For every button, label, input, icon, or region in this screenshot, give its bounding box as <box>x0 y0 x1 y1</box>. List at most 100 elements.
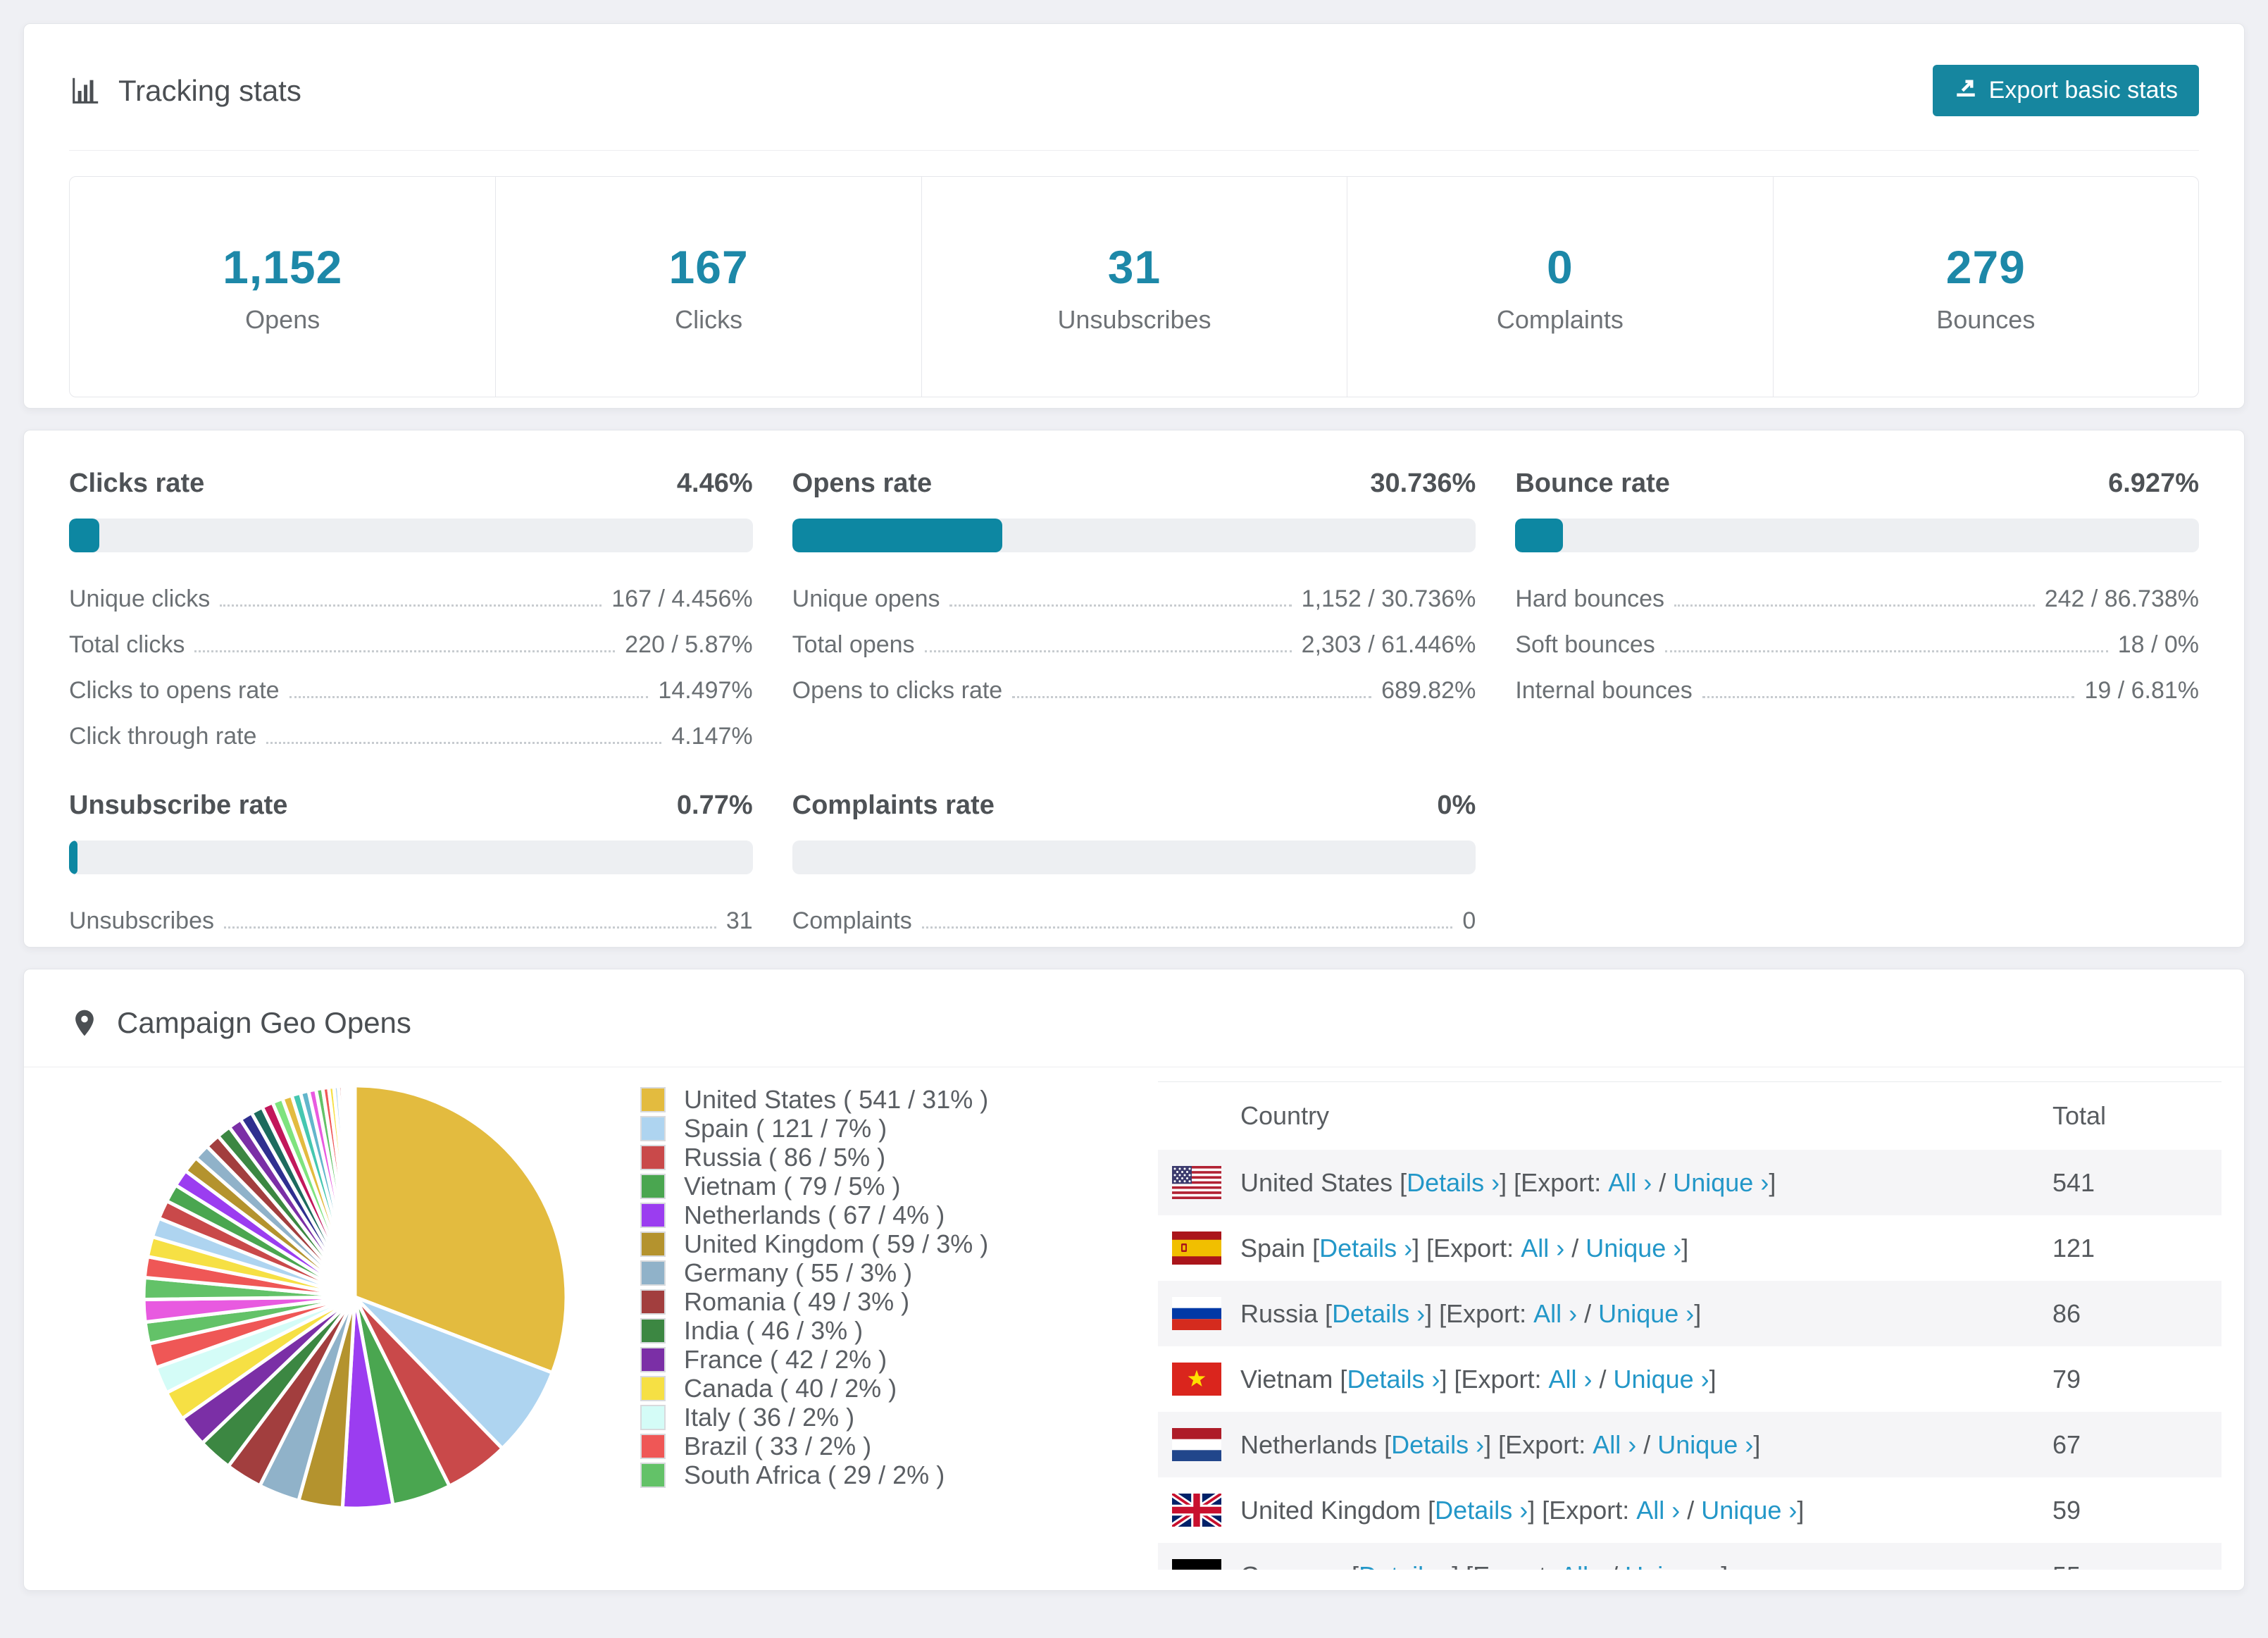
legend-label: Brazil ( 33 / 2% ) <box>684 1431 872 1460</box>
legend-swatch <box>640 1375 666 1401</box>
details-link[interactable]: Details › <box>1391 1430 1484 1460</box>
dotted-leader <box>220 604 602 607</box>
legend-swatch <box>640 1346 666 1372</box>
detail-label: Total clicks <box>69 631 185 658</box>
export-all-link[interactable]: All › <box>1608 1168 1652 1198</box>
stat-bounces: 279 Bounces <box>1772 177 2198 397</box>
detail-row-hard-bounces: Hard bounces 242 / 86.738% <box>1515 576 2199 622</box>
export-unique-link[interactable]: Unique › <box>1657 1430 1753 1460</box>
bracket: ] [Export: <box>1452 1561 1560 1570</box>
export-all-link[interactable]: All › <box>1593 1430 1636 1460</box>
detail-value: 2,303 / 61.446% <box>1301 631 1476 658</box>
stat-value: 0 <box>1547 241 1574 293</box>
tracking-stats-header: Tracking stats Export basic stats <box>24 24 2244 150</box>
geo-header: Campaign Geo Opens <box>24 969 2244 1067</box>
export-unique-link[interactable]: Unique › <box>1614 1365 1709 1394</box>
legend-item-united-kingdom: United Kingdom ( 59 / 3% ) <box>640 1229 1091 1258</box>
details-link[interactable]: Details › <box>1347 1365 1440 1394</box>
campaign-geo-opens-card: Campaign Geo Opens United States ( 541 /… <box>23 969 2245 1591</box>
detail-label: Unique opens <box>792 585 940 612</box>
separator: / <box>1604 1561 1625 1570</box>
legend-swatch <box>640 1202 666 1228</box>
legend-label: Romania ( 49 / 3% ) <box>684 1286 910 1316</box>
geo-table-row-united-states: United States [Details ›] [Export: All ›… <box>1158 1150 2222 1215</box>
rates-grid: Clicks rate 4.46% Unique clicks 167 / 4.456… <box>69 469 2199 944</box>
export-unique-link[interactable]: Unique › <box>1598 1299 1694 1329</box>
detail-row-unique-clicks: Unique clicks 167 / 4.456% <box>69 576 753 622</box>
legend-label: Italy ( 36 / 2% ) <box>684 1402 855 1432</box>
stat-value: 31 <box>1107 241 1161 293</box>
details-link[interactable]: Details › <box>1319 1234 1412 1263</box>
export-all-link[interactable]: All › <box>1521 1234 1564 1263</box>
legend-item-russia: Russia ( 86 / 5% ) <box>640 1143 1091 1172</box>
detail-value: 14.497% <box>658 677 753 704</box>
legend-item-italy: Italy ( 36 / 2% ) <box>640 1403 1091 1432</box>
country-name: Netherlands <box>1240 1429 1378 1459</box>
page-title: Tracking stats <box>118 73 301 107</box>
rate-detail-rows: Unique clicks 167 / 4.456% Total clicks 220… <box>69 576 753 759</box>
country-total: 86 <box>2052 1298 2081 1328</box>
geo-table-wrap: Country Total United States [Details ›] … <box>1158 1081 2222 1570</box>
legend-label: Vietnam ( 79 / 5% ) <box>684 1171 901 1200</box>
country-name: Germany <box>1240 1561 1345 1570</box>
rate-detail-rows: Complaints 0 <box>792 898 1476 944</box>
detail-row-soft-bounces: Soft bounces 18 / 0% <box>1515 622 2199 668</box>
rate-detail-rows: Unsubscribes 31 <box>69 898 753 944</box>
rate-title: Complaints rate <box>792 790 995 820</box>
stat-label: Opens <box>245 305 320 334</box>
bracket: ] [Export: <box>1440 1364 1549 1394</box>
stat-label: Complaints <box>1496 305 1624 334</box>
bracket: ] [Export: <box>1484 1429 1593 1459</box>
bracket: [ <box>1318 1298 1333 1328</box>
geo-table-row-spain: Spain [Details ›] [Export: All › / Uniqu… <box>1158 1215 2222 1281</box>
stat-value: 167 <box>668 241 749 293</box>
geo-table-row-netherlands: Netherlands [Details ›] [Export: All › /… <box>1158 1412 2222 1477</box>
export-unique-link[interactable]: Unique › <box>1673 1168 1769 1198</box>
progress-bar-fill <box>1515 519 1563 552</box>
legend-label: Germany ( 55 / 3% ) <box>684 1258 913 1287</box>
separator: / <box>1577 1298 1599 1328</box>
export-all-link[interactable]: All › <box>1549 1365 1593 1394</box>
map-pin-icon <box>69 1007 100 1038</box>
separator: / <box>1680 1495 1702 1525</box>
export-all-link[interactable]: All › <box>1533 1299 1577 1329</box>
flag-germany-icon <box>1172 1559 1221 1570</box>
country-cell: Germany [Details ›] [Export: All › / Uni… <box>1158 1559 2052 1570</box>
bracket: ] <box>1753 1429 1761 1459</box>
total-column-header: Total <box>2052 1101 2107 1130</box>
legend-swatch <box>640 1404 666 1430</box>
detail-label: Complaints <box>792 907 912 934</box>
geo-table-row-vietnam: Vietnam [Details ›] [Export: All › / Uni… <box>1158 1346 2222 1412</box>
detail-value: 18 / 0% <box>2117 631 2199 658</box>
country-total: 67 <box>2052 1429 2081 1459</box>
legend-swatch <box>640 1433 666 1459</box>
country-cell: Russia [Details ›] [Export: All › / Uniq… <box>1158 1297 2052 1330</box>
detail-label: Soft bounces <box>1515 631 1655 658</box>
rate-head: Clicks rate 4.46% <box>69 469 753 499</box>
rate-head: Opens rate 30.736% <box>792 469 1476 499</box>
export-all-link[interactable]: All › <box>1636 1496 1680 1525</box>
export-unique-link[interactable]: Unique › <box>1625 1561 1721 1570</box>
details-link[interactable]: Details › <box>1332 1299 1425 1329</box>
dotted-leader <box>194 650 616 652</box>
flag-vietnam-icon <box>1172 1363 1221 1396</box>
rate-percent: 0.77% <box>676 790 753 820</box>
rate-head: Complaints rate 0% <box>792 790 1476 821</box>
details-link[interactable]: Details › <box>1407 1168 1500 1198</box>
export-basic-stats-button[interactable]: Export basic stats <box>1932 65 2199 116</box>
tracking-stats-card: Tracking stats Export basic stats 1,152 O… <box>23 23 2245 409</box>
details-link[interactable]: Details › <box>1359 1561 1452 1570</box>
stat-value: 279 <box>1945 241 2026 293</box>
legend-label: Russia ( 86 / 5% ) <box>684 1142 886 1172</box>
details-link[interactable]: Details › <box>1435 1496 1528 1525</box>
detail-value: 167 / 4.456% <box>611 585 753 612</box>
stat-unsubscribes: 31 Unsubscribes <box>921 177 1347 397</box>
detail-row-total-opens: Total opens 2,303 / 61.446% <box>792 622 1476 668</box>
legend-swatch <box>640 1173 666 1199</box>
progress-bar-fill <box>69 519 100 552</box>
detail-label: Total opens <box>792 631 915 658</box>
export-unique-link[interactable]: Unique › <box>1701 1496 1797 1525</box>
export-unique-link[interactable]: Unique › <box>1585 1234 1681 1263</box>
export-all-link[interactable]: All › <box>1560 1561 1604 1570</box>
legend-item-vietnam: Vietnam ( 79 / 5% ) <box>640 1172 1091 1200</box>
